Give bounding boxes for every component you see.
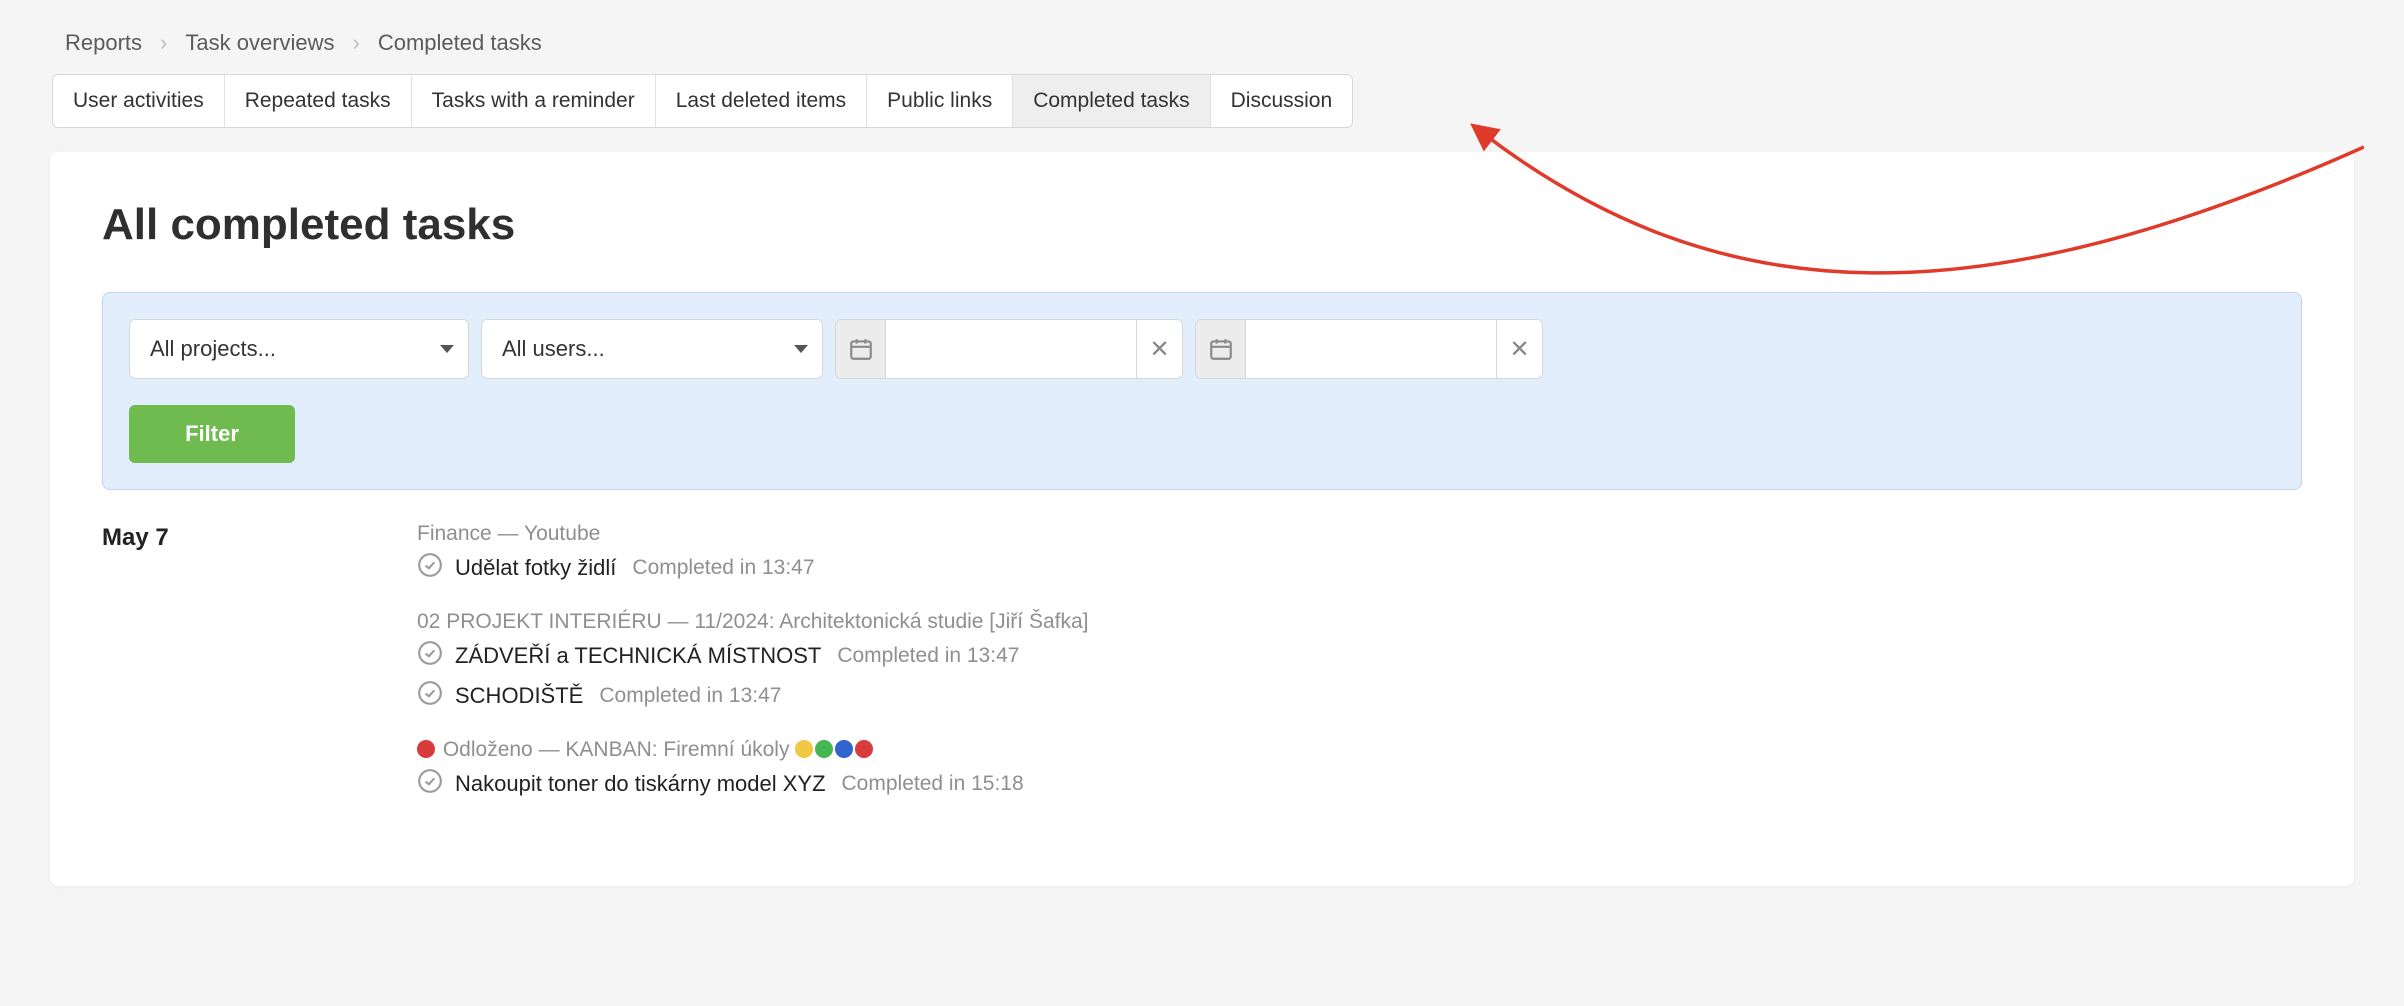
calendar-icon[interactable] — [836, 320, 886, 378]
date-to-group: ✕ — [1195, 319, 1543, 379]
filter-panel: All projects... All users... ✕ — [102, 292, 2302, 490]
red-dot-icon — [417, 740, 435, 758]
breadcrumb-reports[interactable]: Reports — [65, 30, 142, 56]
task-group: Odloženo — KANBAN: Firemní úkoly Nakoupi… — [417, 738, 2302, 800]
task-context[interactable]: Odloženo — KANBAN: Firemní úkoly — [417, 738, 2302, 762]
task-row[interactable]: Nakoupit toner do tiskárny model XYZ Com… — [417, 768, 2302, 800]
users-select[interactable]: All users... — [481, 319, 823, 379]
breadcrumb-task-overviews[interactable]: Task overviews — [185, 30, 334, 56]
task-row[interactable]: ZÁDVEŘÍ a TECHNICKÁ MÍSTNOST Completed i… — [417, 640, 2302, 672]
tab-last-deleted-items[interactable]: Last deleted items — [656, 75, 867, 127]
date-heading: May 7 — [102, 522, 407, 826]
check-circle-icon — [417, 680, 443, 712]
task-completed-time: Completed in 13:47 — [837, 644, 1019, 668]
tab-user-activities[interactable]: User activities — [53, 75, 225, 127]
calendar-icon[interactable] — [1196, 320, 1246, 378]
task-name: SCHODIŠTĚ — [455, 683, 583, 709]
chevron-down-icon — [794, 345, 808, 353]
clear-date-to[interactable]: ✕ — [1496, 320, 1542, 378]
chevron-right-icon: › — [353, 30, 360, 56]
date-from-input[interactable] — [886, 320, 1136, 378]
task-row[interactable]: Udělat fotky židlí Completed in 13:47 — [417, 552, 2302, 584]
task-context-text: Odloženo — KANBAN: Firemní úkoly — [443, 738, 790, 761]
results: May 7 Finance — Youtube Udělat fotky žid… — [102, 522, 2302, 826]
tab-public-links[interactable]: Public links — [867, 75, 1013, 127]
content-card: All completed tasks All projects... All … — [50, 152, 2354, 886]
task-context[interactable]: 02 PROJEKT INTERIÉRU — 11/2024: Architek… — [417, 610, 2302, 634]
projects-select[interactable]: All projects... — [129, 319, 469, 379]
tab-discussion[interactable]: Discussion — [1211, 75, 1353, 127]
tab-completed-tasks[interactable]: Completed tasks — [1013, 75, 1210, 127]
check-circle-icon — [417, 640, 443, 672]
task-name: ZÁDVEŘÍ a TECHNICKÁ MÍSTNOST — [455, 643, 821, 669]
red-dot-icon — [855, 740, 873, 758]
date-from-group: ✕ — [835, 319, 1183, 379]
breadcrumb: Reports › Task overviews › Completed tas… — [65, 30, 2354, 56]
yellow-dot-icon — [795, 740, 813, 758]
users-select-label: All users... — [502, 336, 605, 362]
projects-select-label: All projects... — [150, 336, 276, 362]
task-name: Udělat fotky židlí — [455, 555, 616, 581]
check-circle-icon — [417, 768, 443, 800]
breadcrumb-completed-tasks[interactable]: Completed tasks — [378, 30, 542, 56]
filter-button[interactable]: Filter — [129, 405, 295, 463]
chevron-down-icon — [440, 345, 454, 353]
check-circle-icon — [417, 552, 443, 584]
task-name: Nakoupit toner do tiskárny model XYZ — [455, 771, 826, 797]
date-to-input[interactable] — [1246, 320, 1496, 378]
blue-dot-icon — [835, 740, 853, 758]
task-group: Finance — Youtube Udělat fotky židlí Com… — [417, 522, 2302, 584]
tab-repeated-tasks[interactable]: Repeated tasks — [225, 75, 412, 127]
task-completed-time: Completed in 13:47 — [632, 556, 814, 580]
task-completed-time: Completed in 13:47 — [599, 684, 781, 708]
task-completed-time: Completed in 15:18 — [842, 772, 1024, 796]
page-title: All completed tasks — [102, 200, 2302, 250]
task-group: 02 PROJEKT INTERIÉRU — 11/2024: Architek… — [417, 610, 2302, 712]
clear-date-from[interactable]: ✕ — [1136, 320, 1182, 378]
green-dot-icon — [815, 740, 833, 758]
tab-tasks-with-reminder[interactable]: Tasks with a reminder — [412, 75, 656, 127]
task-row[interactable]: SCHODIŠTĚ Completed in 13:47 — [417, 680, 2302, 712]
task-context[interactable]: Finance — Youtube — [417, 522, 2302, 546]
tab-bar: User activities Repeated tasks Tasks wit… — [52, 74, 1353, 128]
chevron-right-icon: › — [160, 30, 167, 56]
